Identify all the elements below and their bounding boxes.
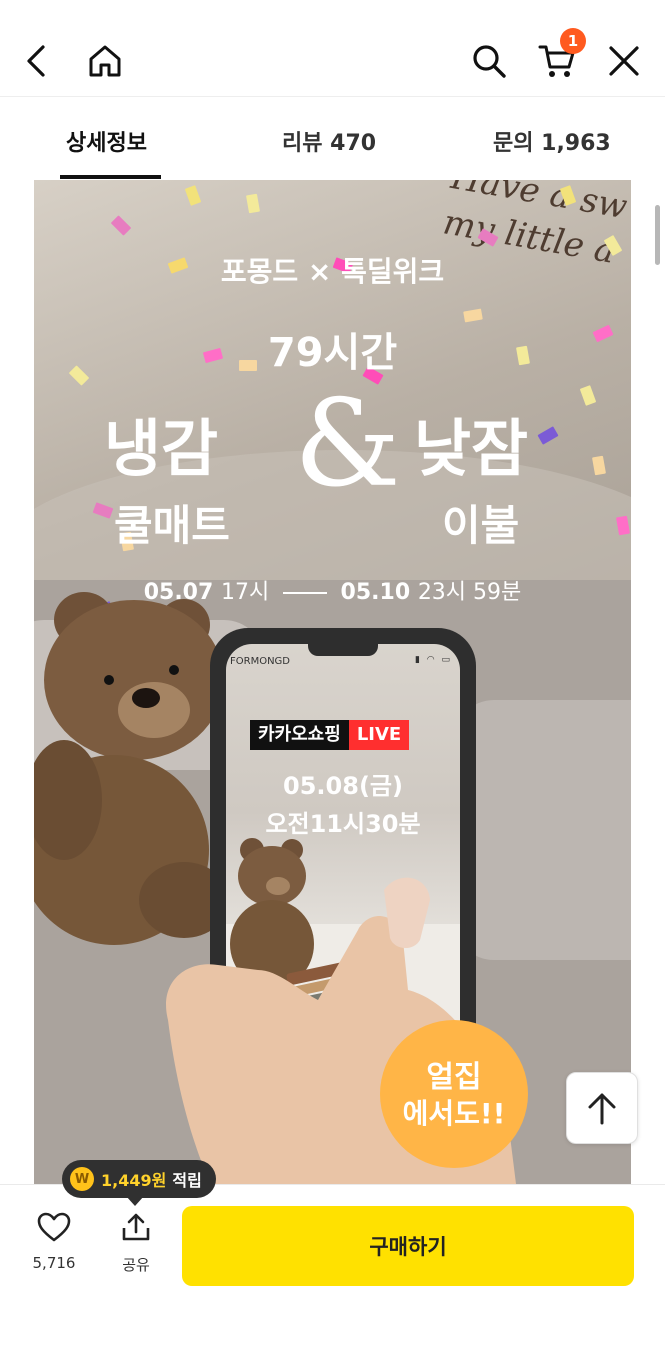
detail-tabs: 상세정보 리뷰 470 문의 1,963 xyxy=(0,97,665,180)
live-brand: 카카오쇼핑 xyxy=(250,720,349,750)
speech-bubble: 얼집 에서도!! xyxy=(380,1020,528,1168)
period-start-date: 05.07 xyxy=(143,580,214,605)
period-dash xyxy=(282,592,327,594)
tab-detail-info[interactable]: 상세정보 xyxy=(66,125,147,157)
like-count: 5,716 xyxy=(32,1254,76,1272)
tab-reviews[interactable]: 리뷰 470 xyxy=(282,125,376,157)
phone-brand-text: FORMONGD xyxy=(230,656,290,667)
banner-right-headline: 낮잠 xyxy=(414,412,529,485)
share-icon xyxy=(122,1213,150,1241)
scroll-to-top-button[interactable] xyxy=(566,1072,638,1144)
tab-inquiries[interactable]: 문의 1,963 xyxy=(493,125,611,157)
reward-points-tooltip: W 1,449원 적립 xyxy=(62,1160,216,1198)
phone-notch xyxy=(308,644,378,656)
banner-left-headline: 냉감 xyxy=(104,412,219,485)
bubble-line-1: 얼집 xyxy=(426,1060,482,1095)
home-icon xyxy=(89,45,121,77)
banner-left-subhead: 쿨매트 xyxy=(114,501,230,550)
reward-label: 적립 xyxy=(172,1171,202,1190)
live-label: 카카오쇼핑 LIVE xyxy=(250,720,410,750)
active-tab-indicator xyxy=(60,175,161,179)
period-end-date: 05.10 xyxy=(340,580,411,605)
banner-hours: 79시간 xyxy=(267,330,398,376)
search-icon xyxy=(473,45,506,78)
reward-tooltip-pointer xyxy=(126,1196,144,1206)
banner-sale-period: 05.07 17시 05.10 23시 59분 xyxy=(34,574,631,606)
coin-icon: W xyxy=(70,1167,94,1191)
bubble-line-2: 에서도!! xyxy=(402,1097,506,1130)
home-button[interactable] xyxy=(82,38,128,84)
close-icon xyxy=(609,46,639,76)
live-tag: LIVE xyxy=(348,720,410,750)
scrollbar-thumb[interactable] xyxy=(655,205,660,265)
heart-icon xyxy=(37,1212,71,1242)
banner-right-subhead: 이불 xyxy=(442,501,520,550)
live-date: 05.08(금) xyxy=(283,772,403,800)
reward-amount: 1,449원 xyxy=(101,1171,167,1190)
cart-count-badge: 1 xyxy=(560,28,586,54)
like-button[interactable]: 5,716 xyxy=(24,1212,84,1284)
period-end-time: 23시 59분 xyxy=(417,580,522,605)
search-button[interactable] xyxy=(466,38,512,84)
share-button[interactable]: 공유 xyxy=(106,1212,166,1284)
banner-collab-title: 포몽드 × 톡딜위크 xyxy=(220,255,445,288)
close-button[interactable] xyxy=(601,38,647,84)
back-button[interactable] xyxy=(14,38,60,84)
phone-status-icons: ▮ ◠ ▭ xyxy=(414,655,452,665)
top-app-bar: 1 xyxy=(0,0,665,96)
product-detail-banner: Have a sw my little a 포몽드 × 톡딜위크 79시간 냉감… xyxy=(34,180,631,1184)
share-label: 공유 xyxy=(122,1256,150,1274)
banner-ampersand: & xyxy=(294,375,401,514)
cart-button[interactable]: 1 xyxy=(534,28,586,84)
arrow-up-icon xyxy=(588,1093,616,1125)
buy-button[interactable]: 구매하기 xyxy=(182,1206,634,1286)
period-start-time: 17시 xyxy=(220,580,270,605)
back-arrow-icon xyxy=(27,45,45,77)
